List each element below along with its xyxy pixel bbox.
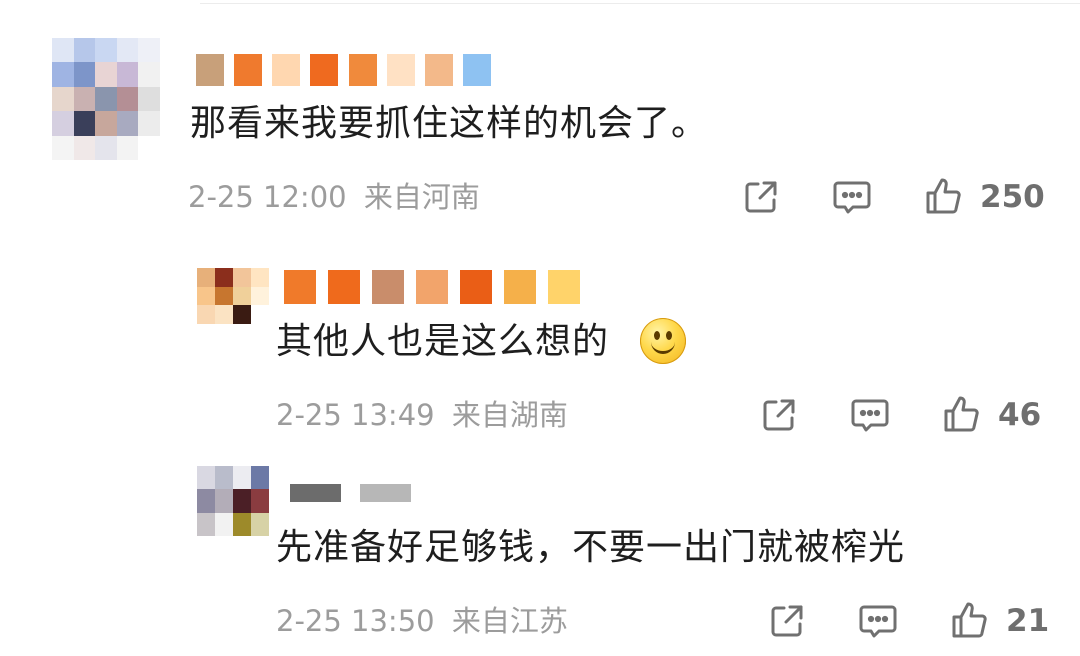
thumbs-up-icon[interactable] [950,600,990,640]
username[interactable] [284,270,592,304]
username-mosaic-block [425,54,453,86]
avatar-mosaic-cell [197,512,215,536]
share-icon[interactable] [760,396,798,434]
avatar-mosaic-cell [215,489,233,513]
avatar-mosaic-cell [233,489,251,513]
avatar-mosaic-cell [116,62,139,87]
comment-icon[interactable] [850,398,890,434]
comment-location: 来自江苏 [451,604,568,638]
avatar-mosaic-cell [95,86,117,112]
avatar-mosaic-cell [233,286,251,306]
username-mosaic-block [372,270,404,304]
avatar-mosaic-cell [95,111,117,136]
avatar-mosaic-cell [251,286,269,306]
comment-text: 先准备好足够钱，不要一出门就被榨光 [276,527,906,568]
username[interactable] [196,54,502,86]
avatar-mosaic-cell [197,489,215,513]
avatar-mosaic-cell [52,111,74,136]
avatar-mosaic-cell [233,466,251,490]
avatar-mosaic-cell [52,86,74,112]
avatar-mosaic-cell [233,268,251,287]
username-mosaic-block [284,270,316,304]
comment-text: 其他人也是这么想的 [276,321,610,362]
avatar-mosaic-cell [215,512,233,536]
avatar-mosaic-cell [197,466,215,490]
avatar-mosaic-cell [251,305,269,324]
avatar-mosaic-cell [116,135,139,160]
avatar-mosaic-cell [197,305,215,324]
username-mosaic-block [196,54,224,86]
comment-date: 2-25 13:49 [276,398,435,432]
username-mosaic-block [272,54,300,86]
avatar-mosaic-cell [215,305,233,324]
username-mosaic-block [416,270,448,304]
avatar-mosaic-cell [95,62,117,87]
avatar-mosaic-cell [73,86,96,112]
comment-meta: 2-25 13:49 来自湖南 [276,398,568,432]
avatar-mosaic-cell [138,62,160,87]
comment-date: 2-25 13:50 [276,604,435,638]
username-mosaic-block [328,270,360,304]
smile-emoji [640,318,686,364]
comment-location: 来自河南 [363,180,480,214]
avatar-mosaic-cell [116,38,139,63]
avatar-mosaic-cell [95,38,117,63]
avatar-mosaic-cell [52,62,74,87]
avatar-mosaic-cell [215,466,233,490]
share-icon[interactable] [768,602,806,640]
avatar-mosaic-cell [138,38,160,63]
avatar-mosaic-cell [233,305,251,324]
username[interactable] [290,484,430,502]
divider [200,3,1080,4]
avatar-mosaic-cell [116,111,139,136]
avatar-mosaic-cell [138,86,160,112]
comment-icon[interactable] [858,604,898,640]
comment-text: 那看来我要抓住这样的机会了。 [190,103,709,144]
avatar-mosaic-cell [95,135,117,160]
avatar-mosaic-cell [138,111,160,136]
avatar-mosaic-cell [233,512,251,536]
comment-meta: 2-25 12:00 来自河南 [188,180,480,214]
avatar-mosaic-cell [138,135,160,160]
avatar-mosaic-cell [52,135,74,160]
avatar-mosaic-cell [251,466,269,490]
username-mosaic-block [548,270,580,304]
like-count: 250 [980,179,1045,215]
username-mosaic-block [463,54,491,86]
thumbs-up-icon[interactable] [942,394,982,434]
avatar-mosaic-cell [251,268,269,287]
comment-icon[interactable] [832,180,872,216]
comment-location: 来自湖南 [451,398,568,432]
avatar-mosaic-cell [251,512,269,536]
username-mosaic-block [290,484,341,502]
avatar-mosaic-cell [73,111,96,136]
avatar-mosaic-cell [116,86,139,112]
avatar-mosaic-cell [197,286,215,306]
avatar-mosaic-cell [251,489,269,513]
comment-date: 2-25 12:00 [188,180,347,214]
thumbs-up-icon[interactable] [924,176,964,216]
like-count: 46 [998,397,1042,433]
username-mosaic-block [360,484,411,502]
avatar-mosaic-cell [73,62,96,87]
avatar[interactable] [197,268,269,324]
avatar[interactable] [197,466,269,536]
username-mosaic-block [349,54,377,86]
username-mosaic-block [387,54,415,86]
username-mosaic-block [460,270,492,304]
share-icon[interactable] [742,178,780,216]
avatar-mosaic-cell [73,135,96,160]
avatar-mosaic-cell [52,38,74,63]
avatar-mosaic-cell [215,268,233,287]
avatar-mosaic-cell [73,38,96,63]
comment-meta: 2-25 13:50 来自江苏 [276,604,568,638]
username-mosaic-block [310,54,338,86]
avatar[interactable] [52,38,160,160]
username-mosaic-block [234,54,262,86]
avatar-mosaic-cell [197,268,215,287]
avatar-mosaic-cell [215,286,233,306]
username-mosaic-block [504,270,536,304]
like-count: 21 [1006,603,1050,639]
